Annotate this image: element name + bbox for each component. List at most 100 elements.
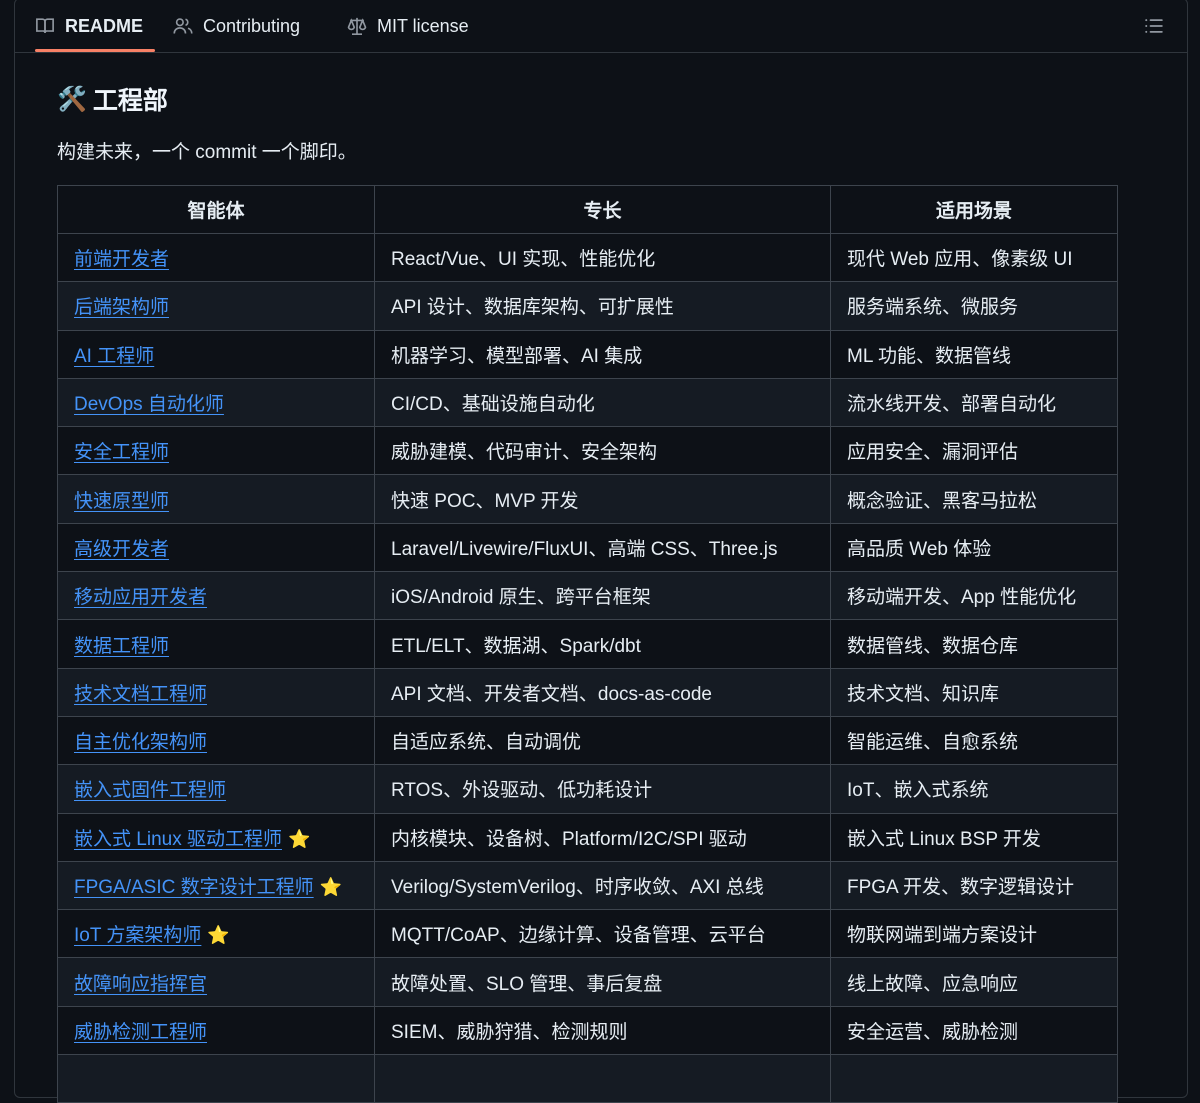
- cell-specialty: [374, 1054, 831, 1103]
- table-row: IoT 方案架构师 ⭐ MQTT/CoAP、边缘计算、设备管理、云平台 物联网端到端方…: [57, 909, 1118, 959]
- cell-specialty: MQTT/CoAP、边缘计算、设备管理、云平台: [374, 909, 831, 959]
- law-icon: [347, 17, 367, 35]
- agent-link[interactable]: 数据工程师: [74, 636, 169, 657]
- agent-link[interactable]: 前端开发者: [74, 249, 169, 270]
- cell-scenario: 数据管线、数据仓库: [830, 619, 1118, 669]
- cell-agent: 数据工程师: [57, 619, 375, 669]
- cell-agent: 故障响应指挥官: [57, 957, 375, 1007]
- tab-license-label: MIT license: [377, 15, 469, 36]
- tab-license[interactable]: MIT license: [347, 0, 469, 53]
- list-unordered-icon: [1145, 19, 1163, 33]
- cell-scenario: 流水线开发、部署自动化: [830, 377, 1118, 428]
- cell-specialty: 威胁建模、代码审计、安全架构: [374, 426, 831, 476]
- cell-scenario: 移动端开发、App 性能优化: [830, 571, 1118, 621]
- readme-panel: README Contributing MIT license 🛠️ 工程部 构…: [14, 0, 1188, 1103]
- agent-link[interactable]: 技术文档工程师: [74, 684, 207, 705]
- section-intro: 构建未来，一个 commit 一个脚印。: [57, 142, 357, 163]
- tab-contributing-label: Contributing: [203, 15, 301, 36]
- table-row: FPGA/ASIC 数字设计工程师 ⭐ Verilog/SystemVerilog、…: [57, 860, 1118, 911]
- table-row: 威胁检测工程师 SIEM、威胁狩猎、检测规则 安全运营、威胁检测: [57, 1005, 1118, 1056]
- cell-agent: 高级开发者: [57, 522, 375, 573]
- cell-specialty: CI/CD、基础设施自动化: [374, 377, 831, 428]
- cell-scenario: 物联网端到端方案设计: [830, 909, 1118, 959]
- cell-agent: 技术文档工程师: [57, 667, 375, 717]
- cell-specialty: React/Vue、UI 实现、性能优化: [374, 232, 831, 283]
- tab-readme[interactable]: README: [35, 0, 143, 53]
- agent-link[interactable]: 移动应用开发者: [74, 587, 207, 608]
- agent-link[interactable]: 威胁检测工程师: [74, 1022, 207, 1043]
- cell-specialty: Laravel/Livewire/FluxUI、高端 CSS、Three.js: [374, 522, 831, 573]
- cell-specialty: RTOS、外设驱动、低功耗设计: [374, 764, 831, 814]
- cell-scenario: 高品质 Web 体验: [830, 522, 1118, 573]
- table-row: 数据工程师 ETL/ELT、数据湖、Spark/dbt 数据管线、数据仓库: [57, 619, 1118, 669]
- cell-scenario: FPGA 开发、数字逻辑设计: [830, 860, 1118, 911]
- cell-scenario: 技术文档、知识库: [830, 667, 1118, 717]
- cell-scenario: 概念验证、黑客马拉松: [830, 474, 1118, 524]
- cell-agent: DevOps 自动化师: [57, 377, 375, 428]
- header-scenario: 适用场景: [830, 185, 1118, 234]
- cell-specialty: API 文档、开发者文档、docs-as-code: [374, 667, 831, 717]
- cell-scenario: 智能运维、自愈系统: [830, 715, 1118, 766]
- table-row: 快速原型师 快速 POC、MVP 开发 概念验证、黑客马拉松: [57, 474, 1118, 524]
- cell-agent: [57, 1054, 375, 1103]
- cell-agent: 快速原型师: [57, 474, 375, 524]
- table-row: AI 工程师 机器学习、模型部署、AI 集成 ML 功能、数据管线: [57, 329, 1118, 379]
- table-row: 嵌入式固件工程师 RTOS、外设驱动、低功耗设计 IoT、嵌入式系统: [57, 764, 1118, 814]
- agent-link[interactable]: 嵌入式 Linux 驱动工程师: [74, 829, 282, 850]
- active-tab-indicator: [35, 49, 155, 52]
- cell-specialty: 自适应系统、自动调优: [374, 715, 831, 766]
- tab-contributing[interactable]: Contributing: [173, 0, 300, 53]
- cell-scenario: 应用安全、漏洞评估: [830, 426, 1118, 476]
- cell-scenario: 现代 Web 应用、像素级 UI: [830, 232, 1118, 283]
- cell-scenario: ML 功能、数据管线: [830, 329, 1118, 379]
- table-row: 后端架构师 API 设计、数据库架构、可扩展性 服务端系统、微服务: [57, 281, 1118, 331]
- table-row: 故障响应指挥官 故障处置、SLO 管理、事后复盘 线上故障、应急响应: [57, 957, 1118, 1007]
- table-row: 安全工程师 威胁建模、代码审计、安全架构 应用安全、漏洞评估: [57, 426, 1118, 476]
- cell-scenario: [830, 1054, 1118, 1103]
- readme-tab-bar: README Contributing MIT license: [15, 0, 1187, 53]
- cell-agent: 嵌入式 Linux 驱动工程师 ⭐: [57, 812, 375, 862]
- agent-link[interactable]: 自主优化架构师: [74, 732, 207, 753]
- cell-specialty: ETL/ELT、数据湖、Spark/dbt: [374, 619, 831, 669]
- table-row: [57, 1054, 1118, 1103]
- cell-specialty: API 设计、数据库架构、可扩展性: [374, 281, 831, 331]
- agent-link[interactable]: AI 工程师: [74, 346, 154, 367]
- agent-link[interactable]: FPGA/ASIC 数字设计工程师: [74, 877, 314, 898]
- table-row: 技术文档工程师 API 文档、开发者文档、docs-as-code 技术文档、知识库: [57, 667, 1118, 717]
- agent-link[interactable]: 安全工程师: [74, 442, 169, 463]
- cell-agent: 安全工程师: [57, 426, 375, 476]
- cell-agent: 后端架构师: [57, 281, 375, 331]
- agent-link[interactable]: DevOps 自动化师: [74, 394, 224, 415]
- cell-scenario: 线上故障、应急响应: [830, 957, 1118, 1007]
- people-icon: [173, 18, 193, 34]
- cell-specialty: iOS/Android 原生、跨平台框架: [374, 571, 831, 621]
- table-row: 移动应用开发者 iOS/Android 原生、跨平台框架 移动端开发、App 性能优…: [57, 571, 1118, 621]
- cell-agent: 移动应用开发者: [57, 571, 375, 621]
- header-specialty: 专长: [374, 185, 831, 234]
- tab-readme-label: README: [65, 15, 144, 36]
- cell-agent: 前端开发者: [57, 232, 375, 283]
- cell-specialty: 快速 POC、MVP 开发: [374, 474, 831, 524]
- cell-specialty: SIEM、威胁狩猎、检测规则: [374, 1005, 831, 1056]
- agent-link[interactable]: 故障响应指挥官: [74, 974, 207, 995]
- section-title: 工程部: [92, 87, 168, 115]
- hammer-wrench-icon: 🛠️: [57, 85, 87, 113]
- cell-agent: AI 工程师: [57, 329, 375, 379]
- cell-specialty: Verilog/SystemVerilog、时序收敛、AXI 总线: [374, 860, 831, 911]
- cell-specialty: 机器学习、模型部署、AI 集成: [374, 329, 831, 379]
- agent-link[interactable]: 后端架构师: [74, 297, 169, 318]
- star-icon: ⭐: [207, 925, 230, 946]
- cell-agent: 自主优化架构师: [57, 715, 375, 766]
- agent-link[interactable]: 高级开发者: [74, 539, 169, 560]
- cell-scenario: IoT、嵌入式系统: [830, 764, 1118, 814]
- agent-link[interactable]: IoT 方案架构师: [74, 925, 201, 946]
- table-header-row: 智能体 专长 适用场景: [57, 185, 1118, 234]
- outline-button[interactable]: [1139, 11, 1169, 41]
- agent-link[interactable]: 嵌入式固件工程师: [74, 780, 226, 801]
- cell-agent: FPGA/ASIC 数字设计工程师 ⭐: [57, 860, 375, 911]
- table-row: 嵌入式 Linux 驱动工程师 ⭐ 内核模块、设备树、Platform/I2C/SP…: [57, 812, 1118, 862]
- agents-table: 智能体 专长 适用场景 前端开发者 React/Vue、UI 实现、性能优化 现代 …: [57, 185, 1118, 1103]
- cell-specialty: 内核模块、设备树、Platform/I2C/SPI 驱动: [374, 812, 831, 862]
- cell-agent: 嵌入式固件工程师: [57, 764, 375, 814]
- agent-link[interactable]: 快速原型师: [74, 491, 169, 512]
